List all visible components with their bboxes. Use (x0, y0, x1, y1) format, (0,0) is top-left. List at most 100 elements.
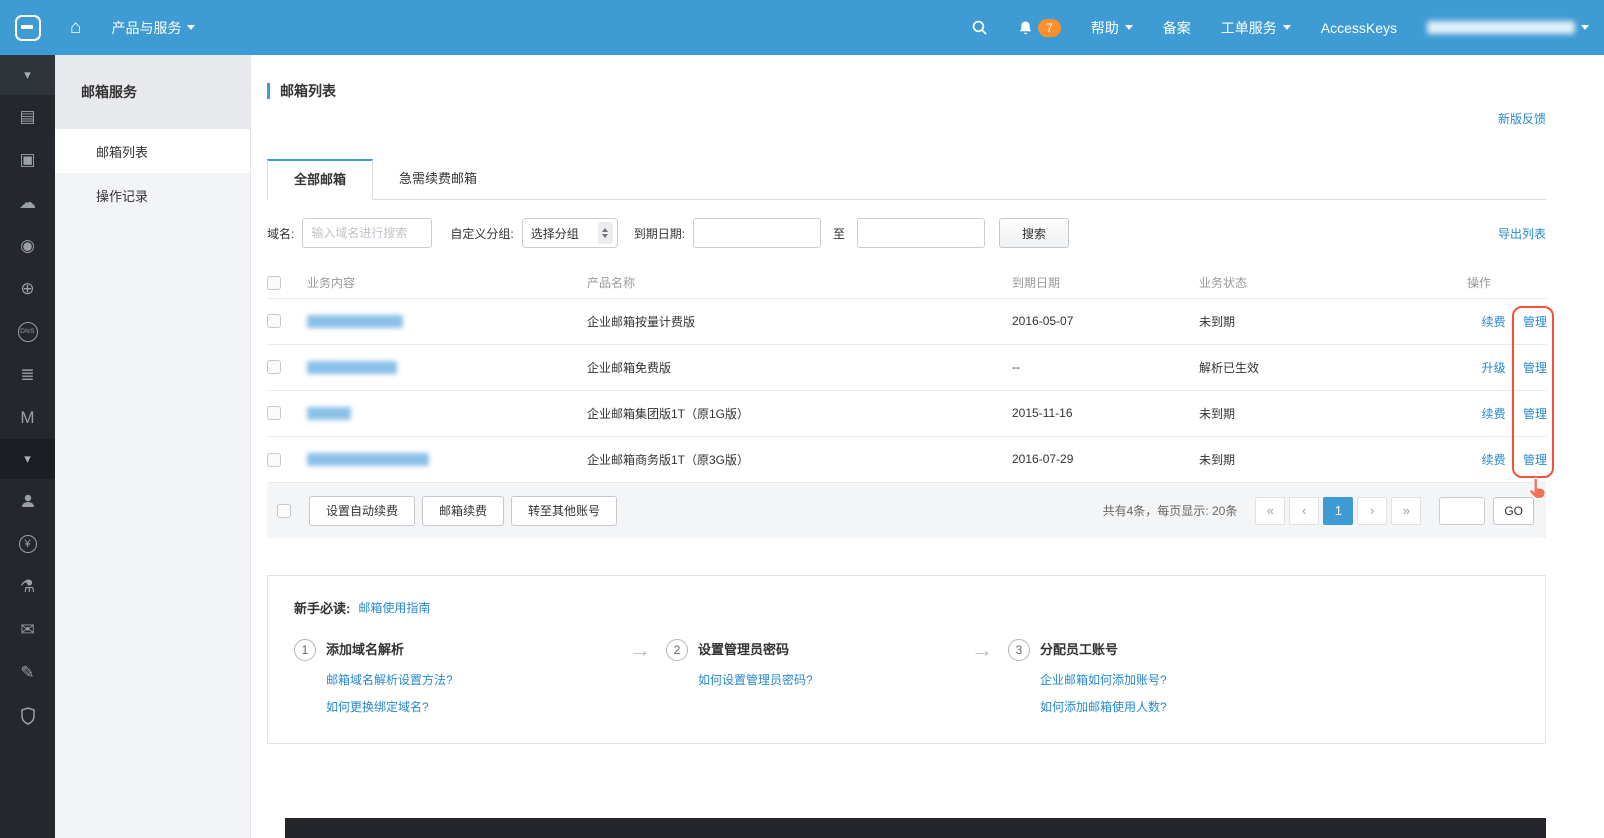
add-account-help-link[interactable]: 企业邮箱如何添加账号? (1040, 671, 1167, 688)
transfer-account-button[interactable]: 转至其他账号 (511, 496, 617, 526)
accesskeys-link[interactable]: AccessKeys (1306, 0, 1412, 55)
list-icon: ▤ (19, 107, 35, 127)
rail-collapse-toggle[interactable]: ▾ (0, 55, 55, 95)
sidebar: 邮箱服务 邮箱列表 操作记录 (55, 55, 251, 838)
beian-link[interactable]: 备案 (1148, 0, 1206, 55)
add-users-help-link[interactable]: 如何添加邮箱使用人数? (1040, 698, 1167, 715)
table-row: 企业邮箱集团版1T（原1G版） 2015-11-16 未到期 续费 管理 (267, 390, 1547, 436)
guide-step-3: 3 分配员工账号 企业邮箱如何添加账号? 如何添加邮箱使用人数? (1008, 639, 1167, 715)
rail-item-cloud-storage[interactable]: ☁ (0, 181, 55, 224)
row-checkbox[interactable] (267, 360, 281, 374)
rail-item-account[interactable] (0, 479, 55, 522)
pagination-page-1[interactable]: 1 (1323, 497, 1353, 525)
rail-item-mail-m[interactable]: M (0, 396, 55, 439)
manage-link[interactable]: 管理 (1523, 361, 1547, 375)
globe-icon: ⊕ (20, 279, 34, 299)
search-button[interactable] (956, 0, 1003, 55)
beian-label: 备案 (1163, 18, 1191, 38)
rail-item-instances[interactable]: ▤ (0, 95, 55, 138)
export-list-link[interactable]: 导出列表 (1498, 225, 1546, 242)
guide-title: 新手必读: (294, 598, 350, 617)
aliyun-logo[interactable] (0, 0, 55, 55)
rail-item-monitoring[interactable]: ◉ (0, 224, 55, 267)
pagination-prev-button[interactable]: ‹ (1289, 497, 1319, 525)
pagination-first-button[interactable]: « (1255, 497, 1285, 525)
goto-page-input[interactable] (1439, 497, 1485, 525)
business-status: 未到期 (1199, 436, 1467, 482)
manage-link[interactable]: 管理 (1523, 407, 1547, 421)
expire-date-to-input[interactable] (857, 218, 985, 248)
redacted-username (1427, 21, 1575, 34)
upgrade-link[interactable]: 升级 (1482, 361, 1506, 375)
chevron-down-icon (1125, 25, 1133, 30)
expire-date: 2016-07-29 (1012, 436, 1199, 482)
rail-item-messages[interactable]: ✉ (0, 608, 55, 651)
change-domain-help-link[interactable]: 如何更换绑定域名? (326, 698, 453, 715)
pagination-next-button[interactable]: › (1357, 497, 1387, 525)
pagination-last-button[interactable]: » (1391, 497, 1421, 525)
row-checkbox[interactable] (267, 406, 281, 420)
col-header-product: 产品名称 (587, 268, 1012, 298)
product-name: 企业邮箱按量计费版 (587, 298, 1012, 344)
search-submit-button[interactable]: 搜索 (999, 218, 1069, 248)
business-status: 未到期 (1199, 298, 1467, 344)
help-menu[interactable]: 帮助 (1076, 0, 1148, 55)
tab-all-mailboxes[interactable]: 全部邮箱 (267, 159, 373, 200)
redacted-domain (307, 407, 351, 420)
rail-item-security[interactable] (0, 694, 55, 737)
row-checkbox[interactable] (267, 453, 281, 467)
rail-item-feedback[interactable]: ✎ (0, 651, 55, 694)
main-content: 邮箱列表 新版反馈 全部邮箱 急需续费邮箱 域名: 自定义分组: 选择分组 到期… (251, 55, 1604, 838)
rail-item-images[interactable]: ▣ (0, 138, 55, 181)
rail-item-lab[interactable]: ⚗ (0, 565, 55, 608)
expire-date-from-input[interactable] (693, 218, 821, 248)
camera-icon: ◉ (20, 236, 35, 256)
notifications-button[interactable]: 7 (1003, 0, 1076, 55)
title-accent-bar (267, 83, 270, 99)
image-icon: ▣ (19, 150, 35, 170)
sidebar-item-mailbox-list[interactable]: 邮箱列表 (55, 129, 250, 173)
col-header-actions: 操作 (1467, 268, 1547, 298)
renew-link[interactable]: 续费 (1482, 407, 1506, 421)
rail-item-servers[interactable]: ≣ (0, 353, 55, 396)
batch-select-all-checkbox[interactable] (277, 504, 291, 518)
auto-renew-button[interactable]: 设置自动续费 (309, 496, 415, 526)
aliyun-logo-icon (15, 15, 41, 41)
renew-link[interactable]: 续费 (1482, 453, 1506, 467)
products-menu[interactable]: 产品与服务 (96, 0, 210, 55)
caret-down-icon: ▾ (24, 67, 31, 83)
bottom-footer-bar (285, 818, 1546, 838)
mail-icon: ✉ (20, 620, 34, 640)
renew-link[interactable]: 续费 (1482, 315, 1506, 329)
dns-setup-help-link[interactable]: 邮箱域名解析设置方法? (326, 671, 453, 688)
redacted-domain (307, 453, 429, 466)
expire-date: 2016-05-07 (1012, 298, 1199, 344)
rail-item-dns[interactable]: DNS (0, 310, 55, 353)
tab-renewal-needed[interactable]: 急需续费邮箱 (373, 159, 503, 199)
product-name: 企业邮箱集团版1T（原1G版） (587, 390, 1012, 436)
table-header-row: 业务内容 产品名称 到期日期 业务状态 操作 (267, 268, 1547, 298)
goto-page-button[interactable]: GO (1493, 497, 1534, 525)
sidebar-item-operation-log[interactable]: 操作记录 (55, 173, 250, 217)
page-title: 邮箱列表 (280, 81, 336, 101)
new-version-feedback-link[interactable]: 新版反馈 (1498, 110, 1546, 127)
ticket-service-menu[interactable]: 工单服务 (1206, 0, 1306, 55)
home-button[interactable]: ⌂ (55, 0, 96, 55)
manage-link[interactable]: 管理 (1523, 453, 1547, 467)
group-select[interactable]: 选择分组 (522, 218, 618, 248)
account-menu[interactable] (1412, 0, 1604, 55)
usage-guide-link[interactable]: 邮箱使用指南 (358, 599, 430, 616)
step-title: 分配员工账号 (1040, 639, 1167, 661)
row-checkbox[interactable] (267, 314, 281, 328)
mailbox-renew-button[interactable]: 邮箱续费 (422, 496, 504, 526)
rail-section-toggle[interactable]: ▾ (0, 439, 55, 479)
rail-item-cdn[interactable]: ⊕ (0, 267, 55, 310)
record-count-summary: 共有4条，每页显示: 20条 (1103, 502, 1238, 519)
expire-date: -- (1012, 344, 1199, 390)
admin-password-help-link[interactable]: 如何设置管理员密码? (698, 671, 813, 688)
rail-item-billing[interactable]: ¥ (0, 522, 55, 565)
manage-link[interactable]: 管理 (1523, 315, 1547, 329)
domain-search-input[interactable] (302, 218, 432, 248)
select-all-checkbox[interactable] (267, 276, 281, 290)
arrow-right-icon: → (614, 639, 666, 715)
